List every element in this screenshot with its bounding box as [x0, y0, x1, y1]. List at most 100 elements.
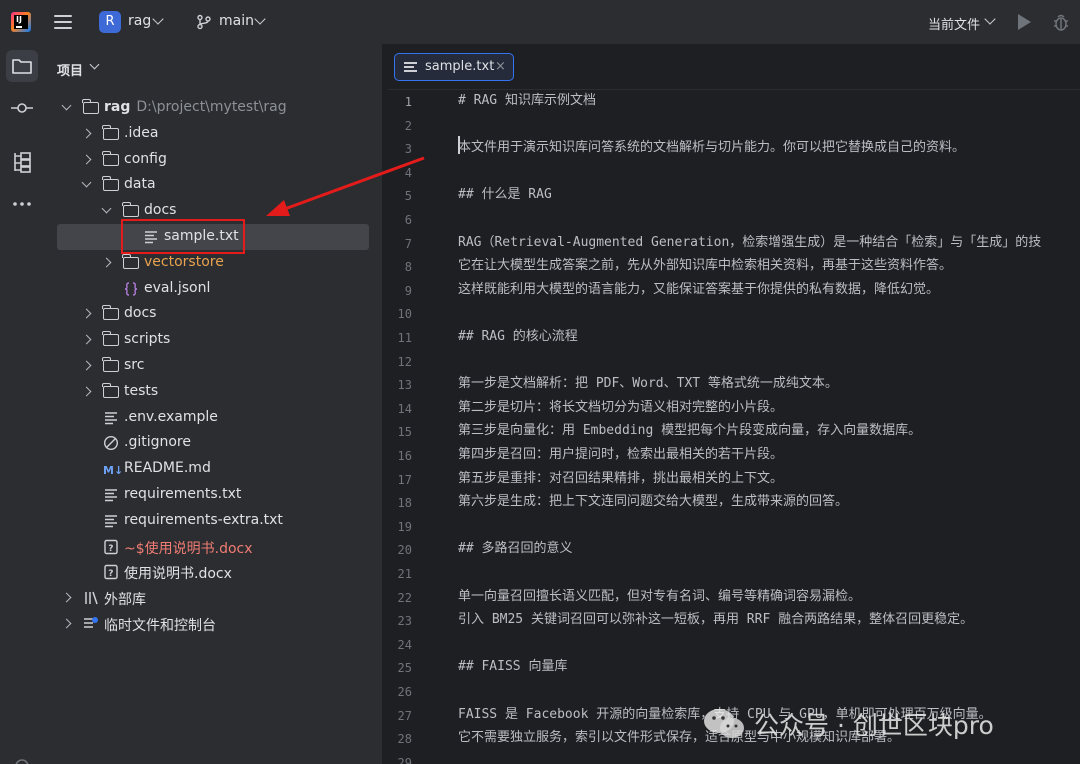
more-tools-button[interactable]: [6, 188, 38, 220]
chevron-down-icon[interactable]: [61, 100, 72, 111]
chevron-down-icon[interactable]: [152, 13, 164, 25]
chevron-right-icon[interactable]: [81, 334, 92, 345]
scratches-icon: [83, 616, 99, 632]
folder-icon: [102, 176, 119, 192]
text-file-icon: [103, 410, 119, 426]
tree-item[interactable]: ? 使用说明书.docx: [44, 559, 382, 585]
code-line: 第三步是向量化：用 Embedding 模型把每个片段变成向量，存入向量数据库。: [458, 423, 922, 439]
run-icon[interactable]: [1018, 14, 1031, 30]
unknown-file-icon: ?: [103, 539, 119, 555]
line-number: 25: [397, 661, 412, 676]
svg-text:M↓: M↓: [103, 464, 123, 477]
line-number: 11: [397, 331, 412, 345]
line-number: 4: [404, 165, 412, 180]
tree-item[interactable]: scripts: [44, 327, 382, 353]
tree-item[interactable]: M↓ README.md: [44, 456, 382, 482]
editor-tab-sample-txt[interactable]: sample.txt ×: [394, 53, 514, 81]
wechat-logo-icon: [704, 709, 744, 738]
line-number: 27: [397, 708, 412, 723]
code-line: 第六步是生成：把上下文连同问题交给大模型，生成带来源的回答。: [458, 494, 849, 510]
watermark: 公众号 · 创世区块pro: [702, 704, 1072, 744]
code-line: 第一步是文档解析：把 PDF、Word、TXT 等格式统一成纯文本。: [458, 376, 838, 392]
line-number: 10: [397, 307, 412, 322]
line-number: 5: [404, 189, 412, 204]
chevron-down-icon[interactable]: [101, 203, 112, 214]
line-number: 21: [397, 567, 412, 581]
tree-item[interactable]: tests: [44, 379, 382, 405]
tool-window-strip: [0, 44, 44, 764]
tree-item[interactable]: .gitignore: [44, 430, 382, 456]
tree-item[interactable]: .env.example: [44, 405, 382, 431]
line-number: 9: [404, 283, 412, 298]
folder-icon: [82, 99, 99, 114]
line-number: 12: [397, 354, 412, 369]
chevron-right-icon[interactable]: [61, 592, 72, 603]
line-number: 22: [397, 590, 412, 605]
code-line: 引入 BM25 关键词召回可以弥补这一短板，再用 RRF 融合两路结果，整体召回…: [458, 612, 974, 628]
folder-icon: [102, 150, 119, 166]
svg-text:?: ?: [108, 569, 113, 579]
main-menu-icon[interactable]: [53, 12, 73, 32]
debug-icon[interactable]: [1052, 12, 1070, 32]
chevron-down-icon[interactable]: [89, 59, 100, 70]
chevron-right-icon[interactable]: [81, 386, 92, 397]
unknown-file-icon: ?: [103, 564, 119, 580]
tree-item[interactable]: config: [44, 147, 382, 173]
watermark-text: 公众号 · 创世区块pro: [754, 711, 994, 740]
code-line: 第五步是重排：对召回结果精排，挑出最相关的上下文。: [458, 470, 784, 486]
chevron-down-icon[interactable]: [984, 13, 996, 25]
project-panel: 项目 rag D:\project\mytest\rag .idea config da…: [44, 44, 382, 764]
tree-item[interactable]: .idea: [44, 121, 382, 147]
commit-tool-button[interactable]: [6, 92, 38, 124]
project-tool-button[interactable]: [6, 50, 38, 82]
tree-item[interactable]: 外部库: [44, 585, 382, 611]
editor-tab-bar: sample.txt ×: [388, 44, 1080, 90]
chevron-down-icon[interactable]: [254, 13, 266, 25]
folder-icon: [122, 253, 139, 269]
code-line: 第二步是切片：将长文档切分为语义相对完整的小片段。: [458, 399, 784, 415]
line-number: 16: [397, 449, 412, 463]
tree-item-label: 外部库: [104, 592, 146, 609]
tree-item[interactable]: ? ~$使用说明书.docx: [44, 534, 382, 560]
project-panel-title[interactable]: 项目: [57, 60, 83, 79]
tree-item[interactable]: data: [44, 172, 382, 198]
tree-item[interactable]: requirements.txt: [44, 482, 382, 508]
code-line: ## RAG 的核心流程: [458, 329, 578, 344]
tree-item[interactable]: eval.jsonl: [44, 276, 382, 302]
title-bar: IJ R rag main 当前文件: [0, 0, 1080, 44]
tree-item[interactable]: requirements-extra.txt: [44, 508, 382, 534]
code-line: 它在让大模型生成答案之前，先从外部知识库中检索相关资料，再基于这些资料作答。: [458, 258, 953, 274]
line-number: 18: [397, 496, 412, 511]
tree-item[interactable]: src: [44, 353, 382, 379]
library-icon: [83, 590, 99, 606]
tree-item[interactable]: rag D:\project\mytest\rag: [44, 95, 382, 121]
code-text-area[interactable]: # RAG 知识库示例文档 本文件用于演示知识库问答系统的文档解析与切片能力。你可…: [458, 90, 1080, 764]
tree-item-label: .idea: [124, 124, 159, 141]
tree-item-label: 临时文件和控制台: [104, 618, 216, 634]
git-branch-icon[interactable]: [196, 14, 212, 30]
line-number: 23: [397, 614, 412, 629]
chevron-right-icon[interactable]: [101, 257, 112, 268]
tree-item-label: scripts: [124, 331, 171, 348]
tree-item-label: config: [124, 150, 167, 167]
chevron-right-icon[interactable]: [81, 154, 92, 165]
chevron-right-icon[interactable]: [61, 618, 72, 629]
notifications-tool-button[interactable]: [6, 750, 38, 764]
tree-item[interactable]: 临时文件和控制台: [44, 611, 382, 637]
chevron-right-icon[interactable]: [81, 308, 92, 319]
chevron-right-icon[interactable]: [81, 128, 92, 139]
structure-tool-button[interactable]: [6, 146, 38, 178]
project-badge[interactable]: R: [99, 11, 121, 33]
chevron-down-icon[interactable]: [81, 177, 92, 188]
tree-item-label: docs: [144, 202, 177, 219]
tree-item[interactable]: docs: [44, 301, 382, 327]
run-configuration-selector[interactable]: 当前文件: [928, 14, 980, 33]
gitignore-icon: [103, 435, 119, 451]
project-switcher[interactable]: rag: [128, 13, 151, 29]
chevron-right-icon[interactable]: [81, 360, 92, 371]
folder-icon: [12, 59, 32, 74]
close-icon[interactable]: ×: [495, 59, 506, 74]
annotation-highlight-box: [121, 219, 245, 254]
branch-switcher[interactable]: main: [219, 13, 254, 29]
folder-icon: [102, 357, 119, 372]
